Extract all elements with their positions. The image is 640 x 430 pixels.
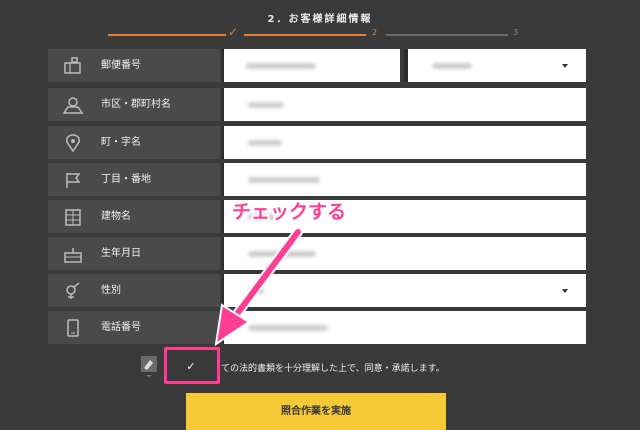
cake-icon (64, 248, 82, 263)
checkbox-highlight: ✓ (164, 347, 220, 384)
step-2-number: 2 (372, 28, 378, 37)
phone-input[interactable] (222, 311, 586, 344)
address-row: 丁目・番地 (48, 163, 586, 196)
phone-row: 電話番号 (48, 311, 586, 344)
postal-code-select[interactable] (404, 49, 586, 82)
postal-code-row: 郵便番号 (48, 49, 586, 82)
mailbox-icon (64, 57, 81, 74)
phone-label-text: 電話番号 (101, 322, 141, 333)
building-icon (65, 209, 81, 226)
building-label-text: 建物名 (101, 211, 131, 222)
progress-bar-current (244, 34, 366, 36)
address-label-text: 丁目・番地 (101, 174, 151, 185)
gender-icon (66, 282, 80, 299)
registration-page: 2．お客様詳細情報 ✓ 2 3 郵便番号 市区・郡町村名 町・字名 丁目・番地 … (0, 0, 640, 430)
annotation-callout: チェックする (232, 201, 347, 223)
map-icon (62, 97, 84, 114)
town-row: 町・字名 (48, 126, 586, 159)
gender-label: 性別 (48, 274, 220, 307)
building-label: 建物名 (48, 200, 220, 233)
city-label-text: 市区・郡町村名 (101, 99, 171, 110)
phone-icon (67, 319, 79, 337)
postal-code-input[interactable] (222, 49, 400, 82)
consent-text: ての法的書類を十分理解した上で、同意・承諾します。 (221, 364, 445, 374)
city-input[interactable] (222, 88, 586, 121)
progress-indicator: ✓ 2 3 (0, 25, 640, 41)
chevron-down-icon (562, 64, 568, 68)
city-label: 市区・郡町村名 (48, 88, 220, 121)
birthdate-row: 生年月日 (48, 237, 586, 270)
address-label: 丁目・番地 (48, 163, 220, 196)
progress-bar-done (108, 34, 226, 36)
gender-row: 性別 (48, 274, 586, 307)
gender-label-text: 性別 (101, 285, 121, 296)
step-1-check-icon: ✓ (228, 25, 239, 39)
consent-checkbox[interactable]: ✓ (181, 358, 201, 376)
pen-icon (141, 356, 157, 377)
chevron-down-icon (562, 289, 568, 293)
birthdate-input[interactable] (222, 237, 586, 270)
town-label-text: 町・字名 (101, 137, 141, 148)
birthdate-label-text: 生年月日 (101, 248, 141, 259)
town-label: 町・字名 (48, 126, 220, 159)
city-row: 市区・郡町村名 (48, 88, 586, 121)
location-pin-icon (66, 134, 80, 153)
postal-code-label-text: 郵便番号 (101, 60, 141, 71)
gender-select[interactable] (222, 274, 586, 307)
step-3-number: 3 (513, 28, 519, 37)
submit-button[interactable]: 照合作業を実施 (186, 393, 446, 430)
flag-icon (66, 173, 81, 188)
phone-label: 電話番号 (48, 311, 220, 344)
address-input[interactable] (222, 163, 586, 196)
step-title: 2．お客様詳細情報 (267, 14, 373, 25)
town-input[interactable] (222, 126, 586, 159)
progress-bar-remaining (386, 34, 508, 36)
postal-code-label: 郵便番号 (48, 49, 220, 82)
birthdate-label: 生年月日 (48, 237, 220, 270)
